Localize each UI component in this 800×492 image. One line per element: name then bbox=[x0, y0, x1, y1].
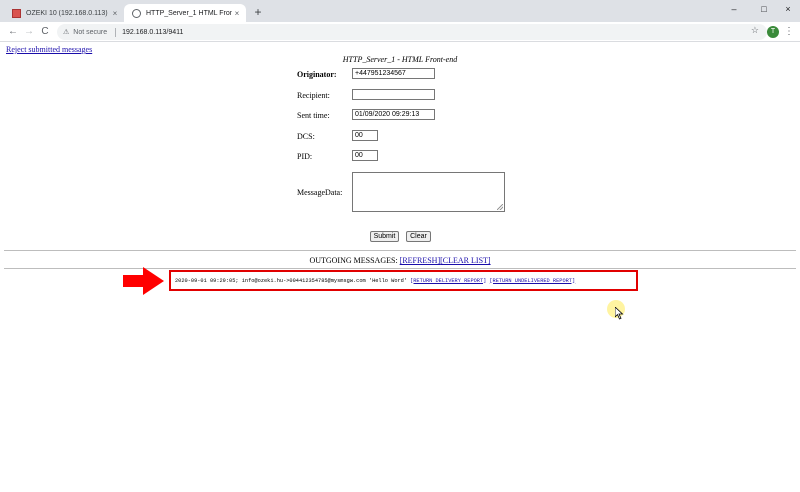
divider bbox=[115, 27, 117, 37]
warning-icon: ⚠ bbox=[63, 29, 70, 36]
ozeki-favicon-icon bbox=[12, 8, 21, 18]
recipient-label: Recipient: bbox=[297, 91, 330, 100]
originator-label: Originator: bbox=[297, 70, 337, 79]
page-title: HTTP_Server_1 - HTML Front-end bbox=[342, 55, 458, 64]
url-text[interactable]: 192.168.0.113/9411 bbox=[122, 29, 183, 36]
refresh-link[interactable]: [REFRESH] bbox=[400, 256, 440, 265]
minimize-button[interactable]: – bbox=[724, 2, 744, 16]
tab-close-icon[interactable]: × bbox=[110, 9, 120, 18]
dcs-input[interactable]: 00 bbox=[352, 130, 378, 141]
reject-submitted-messages-link[interactable]: Reject submitted messages bbox=[6, 45, 92, 54]
browser-toolbar: ← → C ⚠ Not secure 192.168.0.113/9411 ☆ … bbox=[0, 22, 800, 42]
divider-top bbox=[4, 250, 796, 251]
back-button[interactable]: ← bbox=[6, 25, 20, 39]
pid-input[interactable]: 00 bbox=[352, 150, 378, 161]
address-bar[interactable]: ⚠ Not secure 192.168.0.113/9411 ☆ bbox=[57, 24, 767, 40]
maximize-button[interactable]: □ bbox=[754, 2, 774, 16]
outgoing-message-row: 2020-09-01 09:29:05; info@ozeki.hu->0044… bbox=[169, 270, 638, 291]
return-delivery-report-link[interactable]: [RETURN DELIVERY REPORT] bbox=[410, 278, 486, 284]
clear-list-link[interactable]: [CLEAR LIST] bbox=[440, 256, 490, 265]
globe-favicon-icon bbox=[132, 8, 141, 18]
reload-button[interactable]: C bbox=[38, 25, 52, 39]
recipient-input[interactable] bbox=[352, 89, 435, 100]
bookmark-star-icon[interactable]: ☆ bbox=[751, 25, 759, 36]
browser-titlebar: OZEKI 10 (192.168.0.113) × HTTP_Server_1… bbox=[0, 0, 800, 22]
red-arrow-icon bbox=[123, 267, 164, 295]
dcs-label: DCS: bbox=[297, 132, 315, 141]
security-status[interactable]: Not secure bbox=[73, 29, 107, 36]
message-data-label: MessageData: bbox=[297, 188, 343, 197]
outgoing-messages-header: OUTGOING MESSAGES: [REFRESH][CLEAR LIST] bbox=[0, 256, 800, 265]
browser-menu-icon[interactable]: ⋮ bbox=[784, 25, 794, 39]
clear-button[interactable]: Clear bbox=[406, 231, 431, 242]
forward-button[interactable]: → bbox=[22, 25, 36, 39]
sent-time-input[interactable]: 01/09/2020 09:29:13 bbox=[352, 109, 435, 120]
pid-label: PID: bbox=[297, 152, 313, 161]
sent-time-label: Sent time: bbox=[297, 111, 330, 120]
outgoing-label: OUTGOING MESSAGES: bbox=[309, 256, 398, 265]
tab-ozeki[interactable]: OZEKI 10 (192.168.0.113) × bbox=[4, 4, 124, 22]
originator-input[interactable]: +447951234567 bbox=[352, 68, 435, 79]
resize-grip-icon[interactable] bbox=[497, 204, 503, 210]
new-tab-button[interactable]: + bbox=[251, 5, 265, 19]
mouse-cursor-icon bbox=[615, 307, 624, 320]
tab-http-server[interactable]: HTTP_Server_1 HTML Front-end × bbox=[124, 4, 246, 22]
message-text: 2020-09-01 09:29:05; info@ozeki.hu->0044… bbox=[175, 277, 408, 284]
submit-button[interactable]: Submit bbox=[370, 231, 399, 242]
page-content: Reject submitted messages HTTP_Server_1 … bbox=[0, 42, 800, 492]
profile-avatar[interactable]: T bbox=[767, 26, 779, 38]
tab-title: OZEKI 10 (192.168.0.113) bbox=[26, 9, 108, 17]
close-window-button[interactable]: × bbox=[778, 2, 798, 16]
message-data-textarea[interactable] bbox=[352, 172, 505, 212]
tab-title: HTTP_Server_1 HTML Front-end bbox=[146, 9, 232, 17]
tab-close-icon[interactable]: × bbox=[232, 9, 242, 18]
return-undelivered-report-link[interactable]: [RETURN UNDELIVERED REPORT] bbox=[489, 278, 575, 284]
